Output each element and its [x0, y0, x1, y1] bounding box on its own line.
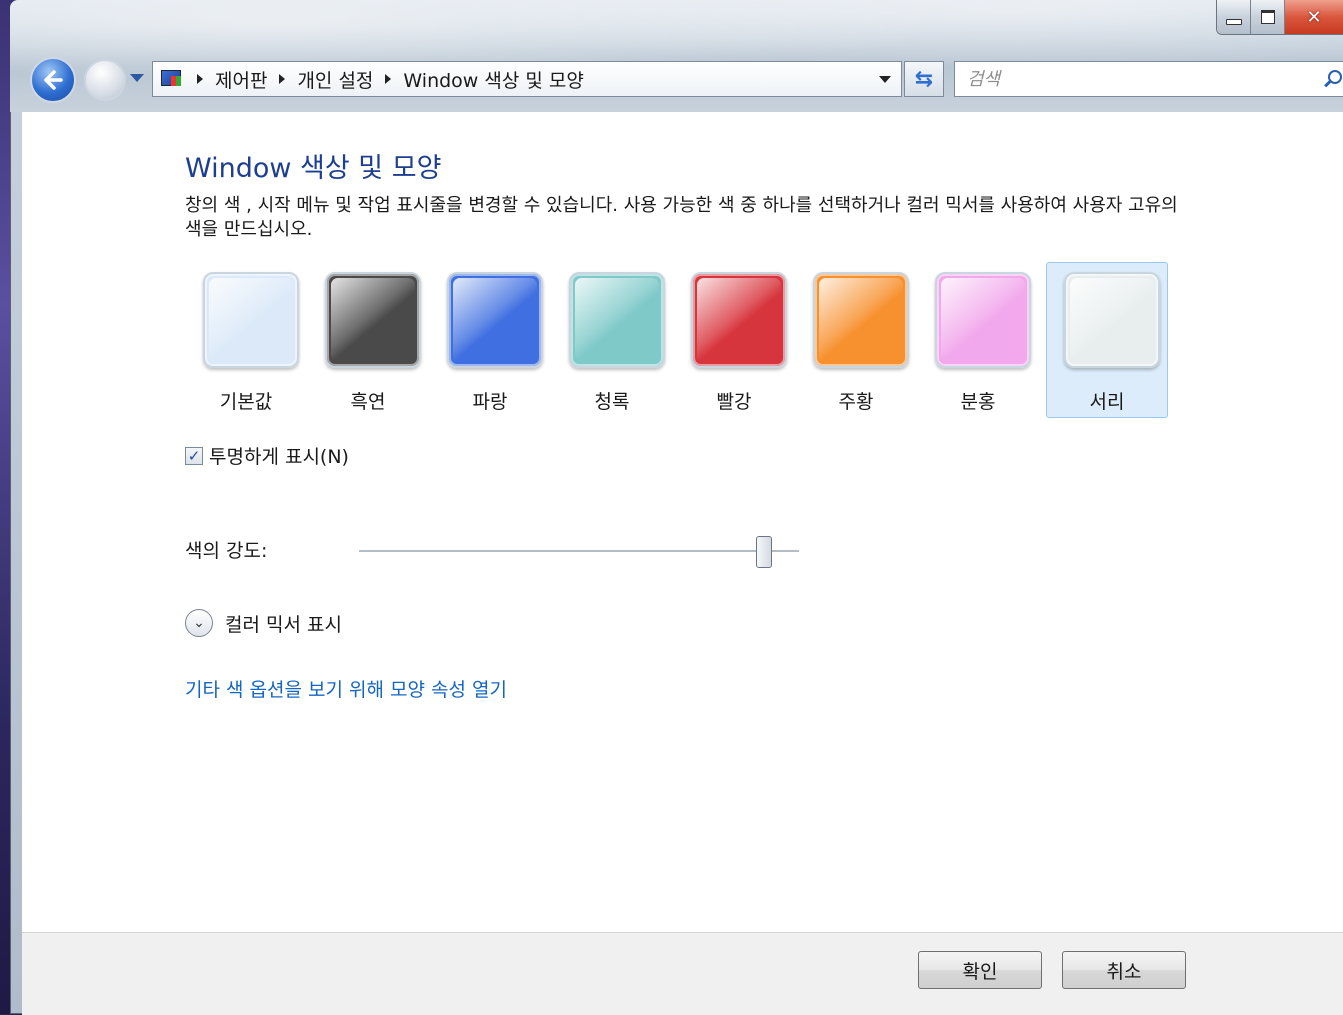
- main-content: Window 색상 및 모양 창의 색 , 시작 메뉴 및 작업 표시줄을 변경…: [22, 112, 1343, 932]
- swatch-teal[interactable]: 청록: [551, 262, 673, 418]
- swatch-tile: [813, 272, 909, 368]
- intensity-slider-track[interactable]: [359, 550, 799, 553]
- swatch-tile: [203, 272, 299, 368]
- close-button[interactable]: ✕: [1285, 0, 1343, 34]
- ok-button[interactable]: 확인: [918, 951, 1042, 989]
- transparency-option: ✓ 투명하게 표시(N): [185, 442, 349, 469]
- swatch-label: 빨강: [716, 391, 752, 413]
- color-swatches: 기본값 흑연 파랑 청록 빨강 주황 분홍 서리: [185, 262, 1185, 422]
- breadcrumb-window-color[interactable]: Window 색상 및 모양: [403, 66, 583, 93]
- swatch-graphite[interactable]: 흑연: [307, 262, 429, 418]
- refresh-icon: ⇆: [914, 66, 934, 92]
- cancel-button[interactable]: 취소: [1062, 951, 1186, 989]
- swatch-default[interactable]: 기본값: [185, 262, 307, 418]
- maximize-icon: [1260, 10, 1275, 24]
- swatch-tile: [935, 272, 1031, 368]
- swatch-label: 분홍: [960, 391, 996, 413]
- maximize-button[interactable]: [1251, 0, 1285, 34]
- transparency-checkbox[interactable]: ✓: [185, 446, 203, 465]
- swatch-tile: [569, 272, 665, 368]
- control-panel-icon: [159, 68, 185, 90]
- close-icon: ✕: [1306, 6, 1322, 28]
- swatch-tile: [1064, 272, 1160, 368]
- swatch-label: 서리: [1089, 391, 1125, 413]
- swatch-red[interactable]: 빨강: [673, 262, 795, 418]
- swatch-tile: [325, 272, 421, 368]
- search-icon[interactable]: [1328, 70, 1342, 84]
- swatch-label: 흑연: [350, 391, 386, 413]
- breadcrumb-control-panel[interactable]: 제어판: [215, 66, 267, 93]
- swatch-label: 파랑: [472, 391, 508, 413]
- swatch-tile: [691, 272, 787, 368]
- chevron-down-icon[interactable]: ⌄: [185, 609, 213, 637]
- minimize-button[interactable]: [1217, 0, 1251, 34]
- intensity-label: 색의 강도:: [185, 540, 268, 562]
- swatch-tile: [447, 272, 543, 368]
- page-description: 창의 색 , 시작 메뉴 및 작업 표시줄을 변경할 수 있습니다. 사용 가능…: [185, 195, 1178, 240]
- search-input[interactable]: [965, 67, 1309, 91]
- swatch-blue[interactable]: 파랑: [429, 262, 551, 418]
- breadcrumb-separator-icon[interactable]: [197, 74, 203, 84]
- color-mixer-toggle[interactable]: ⌄ 컬러 믹서 표시: [185, 609, 342, 637]
- swatch-label: 주황: [838, 391, 874, 413]
- refresh-button[interactable]: ⇆: [904, 61, 944, 97]
- caption-buttons: ✕: [1216, 0, 1343, 35]
- swatch-label: 청록: [594, 391, 630, 413]
- check-icon: ✓: [187, 446, 201, 465]
- forward-button[interactable]: [84, 59, 126, 101]
- breadcrumb-separator-icon[interactable]: [279, 74, 286, 84]
- breadcrumb-personalization[interactable]: 개인 설정: [297, 66, 373, 93]
- address-bar[interactable]: 제어판 개인 설정 Window 색상 및 모양: [152, 61, 902, 97]
- transparency-label[interactable]: 투명하게 표시(N): [209, 442, 349, 469]
- minimize-icon: [1225, 19, 1242, 25]
- appearance-properties-link[interactable]: 기타 색 옵션을 보기 위해 모양 속성 열기: [185, 675, 507, 702]
- back-arrow-icon: [44, 70, 63, 90]
- dialog-footer: 확인 취소: [22, 932, 1343, 1015]
- swatch-orange[interactable]: 주황: [795, 262, 917, 418]
- swatch-label: 기본값: [219, 391, 273, 413]
- recent-pages-dropdown-icon[interactable]: [130, 74, 144, 82]
- back-button[interactable]: [30, 57, 76, 103]
- intensity-slider-thumb[interactable]: [755, 536, 772, 568]
- breadcrumb-separator-icon[interactable]: [385, 74, 392, 84]
- address-dropdown-icon[interactable]: [879, 76, 891, 83]
- swatch-frost[interactable]: 서리: [1046, 262, 1168, 418]
- color-mixer-label[interactable]: 컬러 믹서 표시: [225, 610, 342, 637]
- search-box[interactable]: [954, 61, 1343, 97]
- swatch-pink[interactable]: 분홍: [917, 262, 1039, 418]
- page-title: Window 색상 및 모양: [185, 153, 442, 184]
